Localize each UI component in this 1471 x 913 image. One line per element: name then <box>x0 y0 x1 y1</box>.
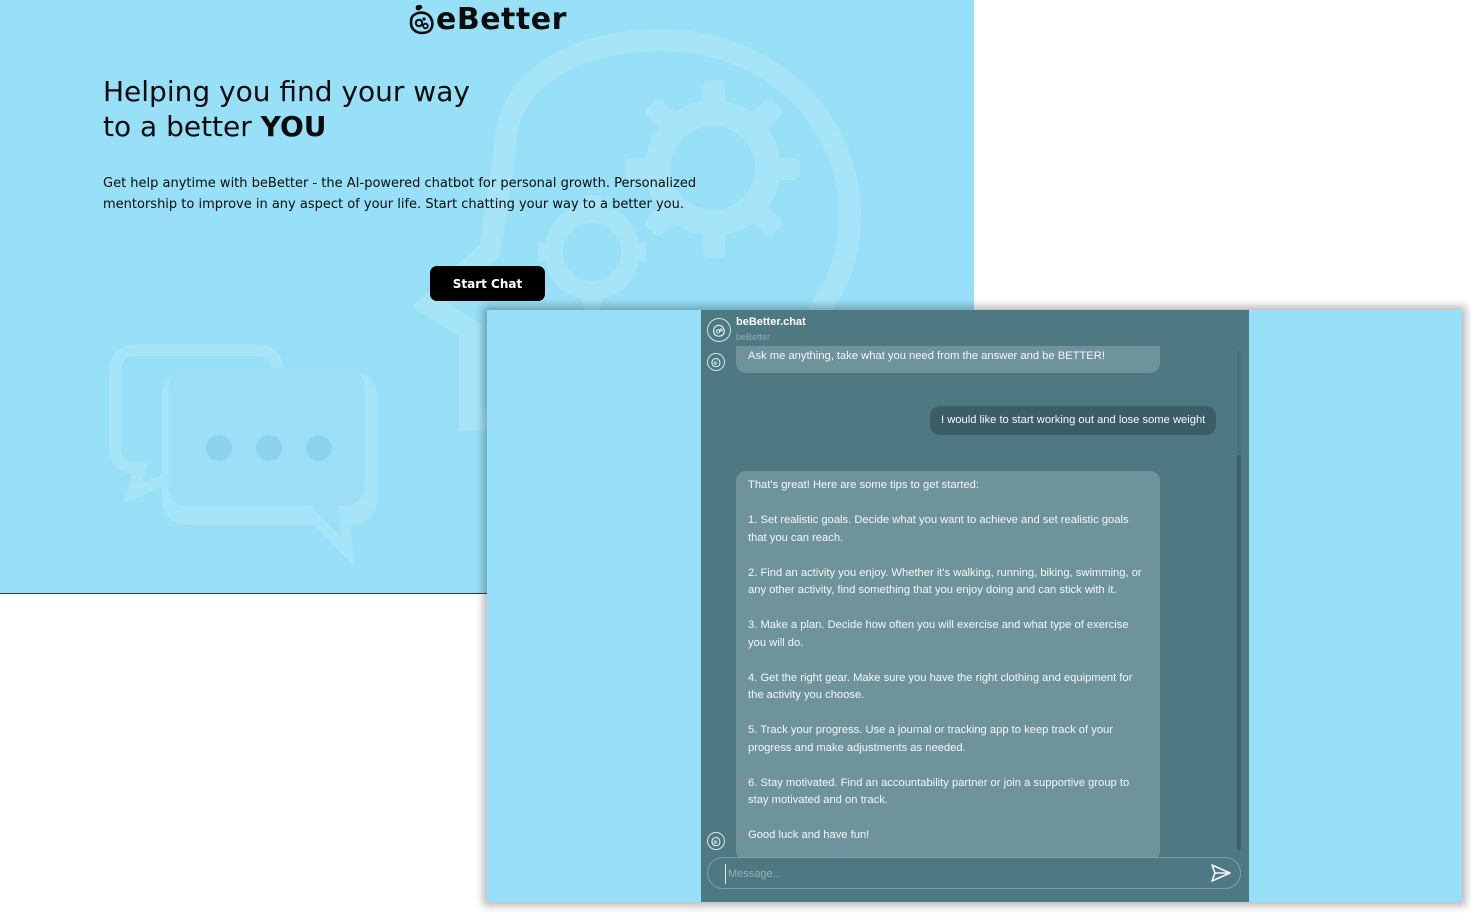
user-message: I would like to start working out and lo… <box>930 406 1217 435</box>
chat-bubble-front-illustration <box>162 368 377 567</box>
message-paragraph: 2. Find an activity you enjoy. Whether i… <box>748 566 1142 597</box>
brain-gear-icon <box>409 4 434 34</box>
chat-scrollbar-thumb[interactable] <box>1237 455 1241 850</box>
message-paragraph: 5. Track your progress. Use a journal or… <box>748 724 1114 754</box>
chat-window: beBetter.chat beBetter Ask me anything, … <box>701 310 1249 902</box>
message-composer <box>707 857 1241 889</box>
message-paragraph: 6. Stay motivated. Find an accountabilit… <box>748 776 1130 807</box>
message-paragraph: 1. Set realistic goals. Decide what you … <box>748 514 1129 544</box>
hero-title-emphasis: YOU <box>260 110 327 143</box>
message-paragraph: 3. Make a plan. Decide how often you wil… <box>748 619 1129 649</box>
chat-avatar <box>707 318 731 342</box>
chat-subtitle: beBetter <box>736 332 771 342</box>
chat-title: beBetter.chat <box>736 316 806 328</box>
send-icon <box>1211 864 1231 882</box>
hero-title: Helping you find your way to a better YOU <box>103 74 470 144</box>
message-text: I would like to start working out and lo… <box>941 413 1206 426</box>
hero-description: Get help anytime with beBetter - the AI-… <box>103 176 697 212</box>
message-text: Ask me anything, take what you need from… <box>748 350 1105 362</box>
hero-title-line1: Helping you find your way <box>103 75 470 108</box>
brand-name: eBetter <box>436 2 567 37</box>
bot-avatar <box>707 353 725 371</box>
message-paragraph: Good luck and have fun! <box>748 829 870 841</box>
send-button[interactable] <box>1210 863 1232 883</box>
message-input[interactable] <box>725 864 1200 884</box>
chat-header: beBetter.chat beBetter <box>701 310 1249 350</box>
bot-message: Ask me anything, take what you need from… <box>736 346 1160 373</box>
brain-avatar-icon <box>713 324 725 337</box>
hero-title-line2-prefix: to a better <box>103 110 261 143</box>
chat-screenshot: beBetter.chat beBetter Ask me anything, … <box>487 310 1462 902</box>
start-chat-button[interactable]: Start Chat <box>430 266 545 301</box>
brand-logo: eBetter <box>408 2 567 37</box>
message-paragraph: That's great! Here are some tips to get … <box>748 479 979 491</box>
brain-avatar-icon <box>711 358 721 368</box>
bot-avatar <box>707 832 725 850</box>
message-paragraph: 4. Get the right gear. Make sure you hav… <box>748 671 1133 702</box>
brain-avatar-icon <box>711 837 721 847</box>
bot-message: That's great! Here are some tips to get … <box>736 471 1160 861</box>
